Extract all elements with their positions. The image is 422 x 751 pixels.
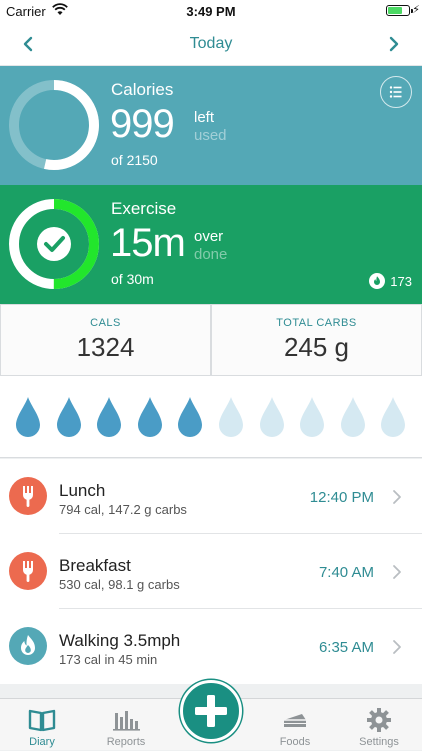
- calories-burned-value: 173: [390, 273, 412, 289]
- calories-label: Calories: [111, 80, 174, 99]
- calories-progress-ring: [9, 80, 99, 170]
- entry-name: Walking 3.5mph: [59, 631, 181, 650]
- tab-foods[interactable]: Foods: [253, 699, 337, 751]
- fork-icon: [9, 477, 47, 515]
- water-drop-filled[interactable]: [15, 396, 41, 438]
- stat-label: TOTAL CARBS: [276, 317, 357, 329]
- flame-icon: [9, 627, 47, 665]
- list-icon: [389, 85, 401, 98]
- calories-goal: of 2150: [111, 152, 158, 168]
- cake-icon: [284, 714, 306, 727]
- chevron-right-icon: [393, 640, 401, 654]
- battery-icon: [386, 5, 413, 16]
- entry-name: Lunch: [59, 481, 106, 500]
- exercise-value: 15m: [110, 221, 186, 265]
- water-drop-empty[interactable]: [380, 396, 406, 438]
- stat-total-carbs[interactable]: TOTAL CARBS 245 g: [211, 304, 422, 376]
- charging-icon: ⚡: [412, 4, 420, 16]
- water-drop-empty[interactable]: [218, 396, 244, 438]
- status-bar: Carrier 3:49 PM ⚡: [0, 0, 422, 22]
- exercise-state: over: [194, 228, 224, 245]
- calories-value: 999: [110, 102, 175, 146]
- tab-label: Foods: [279, 736, 311, 748]
- tab-label: Settings: [359, 736, 399, 748]
- exercise-label: Exercise: [111, 199, 177, 218]
- plus-icon: [195, 695, 227, 727]
- tab-settings[interactable]: Settings: [337, 699, 421, 751]
- entry-time: 7:40 AM: [318, 564, 374, 581]
- book-icon: [28, 709, 56, 732]
- list-item[interactable]: Walking 3.5mph 173 cal in 45 min 6:35 AM: [0, 609, 422, 684]
- chevron-right-icon: [393, 490, 401, 504]
- entry-name: Breakfast: [59, 556, 131, 575]
- calories-panel[interactable]: Calories 999 left used of 2150: [0, 66, 422, 185]
- list-item[interactable]: Breakfast 530 cal, 98.1 g carbs 7:40 AM: [0, 534, 422, 609]
- water-drop-filled[interactable]: [137, 396, 163, 438]
- fork-icon: [9, 552, 47, 590]
- stat-value: 245 g: [283, 332, 350, 362]
- water-drop-filled[interactable]: [177, 396, 203, 438]
- entry-time: 12:40 PM: [309, 489, 374, 506]
- exercise-progress-ring: [9, 199, 99, 289]
- entry-detail: 530 cal, 98.1 g carbs: [59, 577, 180, 592]
- tab-label: Diary: [29, 736, 55, 748]
- calories-burned: 173: [369, 273, 412, 289]
- entry-detail: 794 cal, 147.2 g carbs: [59, 502, 187, 517]
- water-drop-filled[interactable]: [56, 396, 82, 438]
- exercise-state-alt: done: [194, 246, 228, 263]
- page-title: Today: [189, 35, 233, 52]
- tab-diary[interactable]: Diary: [0, 699, 84, 751]
- bar-chart-icon: [113, 711, 140, 731]
- nav-bar: Today: [0, 22, 422, 66]
- add-entry-button[interactable]: [180, 680, 242, 742]
- water-drop-empty[interactable]: [340, 396, 366, 438]
- water-drop-empty[interactable]: [259, 396, 285, 438]
- water-tracker: [0, 376, 422, 458]
- list-item[interactable]: Lunch 794 cal, 147.2 g carbs 12:40 PM: [0, 459, 422, 534]
- next-day-button[interactable]: [382, 32, 406, 56]
- stats-row: CALS 1324 TOTAL CARBS 245 g: [0, 304, 422, 376]
- entry-time: 6:35 AM: [318, 639, 374, 656]
- stat-value: 1324: [76, 332, 135, 362]
- chevron-right-icon: [393, 565, 401, 579]
- calories-state-alt: used: [194, 127, 227, 144]
- clock: 3:49 PM: [186, 4, 236, 19]
- diary-entries: Lunch 794 cal, 147.2 g carbs 12:40 PM Break…: [0, 459, 422, 684]
- tab-label: Reports: [106, 736, 146, 748]
- water-drop-filled[interactable]: [96, 396, 122, 438]
- exercise-panel[interactable]: Exercise 15m over done of 30m 173: [0, 185, 422, 304]
- calories-state: left: [194, 109, 215, 126]
- flame-icon: [369, 273, 386, 289]
- entry-detail: 173 cal in 45 min: [59, 652, 158, 667]
- stat-cals[interactable]: CALS 1324: [0, 304, 211, 376]
- tab-reports[interactable]: Reports: [84, 699, 168, 751]
- gear-icon: [367, 708, 391, 732]
- water-drop-empty[interactable]: [299, 396, 325, 438]
- list-view-button[interactable]: [380, 76, 412, 108]
- exercise-goal: of 30m: [111, 271, 154, 287]
- stat-label: CALS: [90, 317, 121, 329]
